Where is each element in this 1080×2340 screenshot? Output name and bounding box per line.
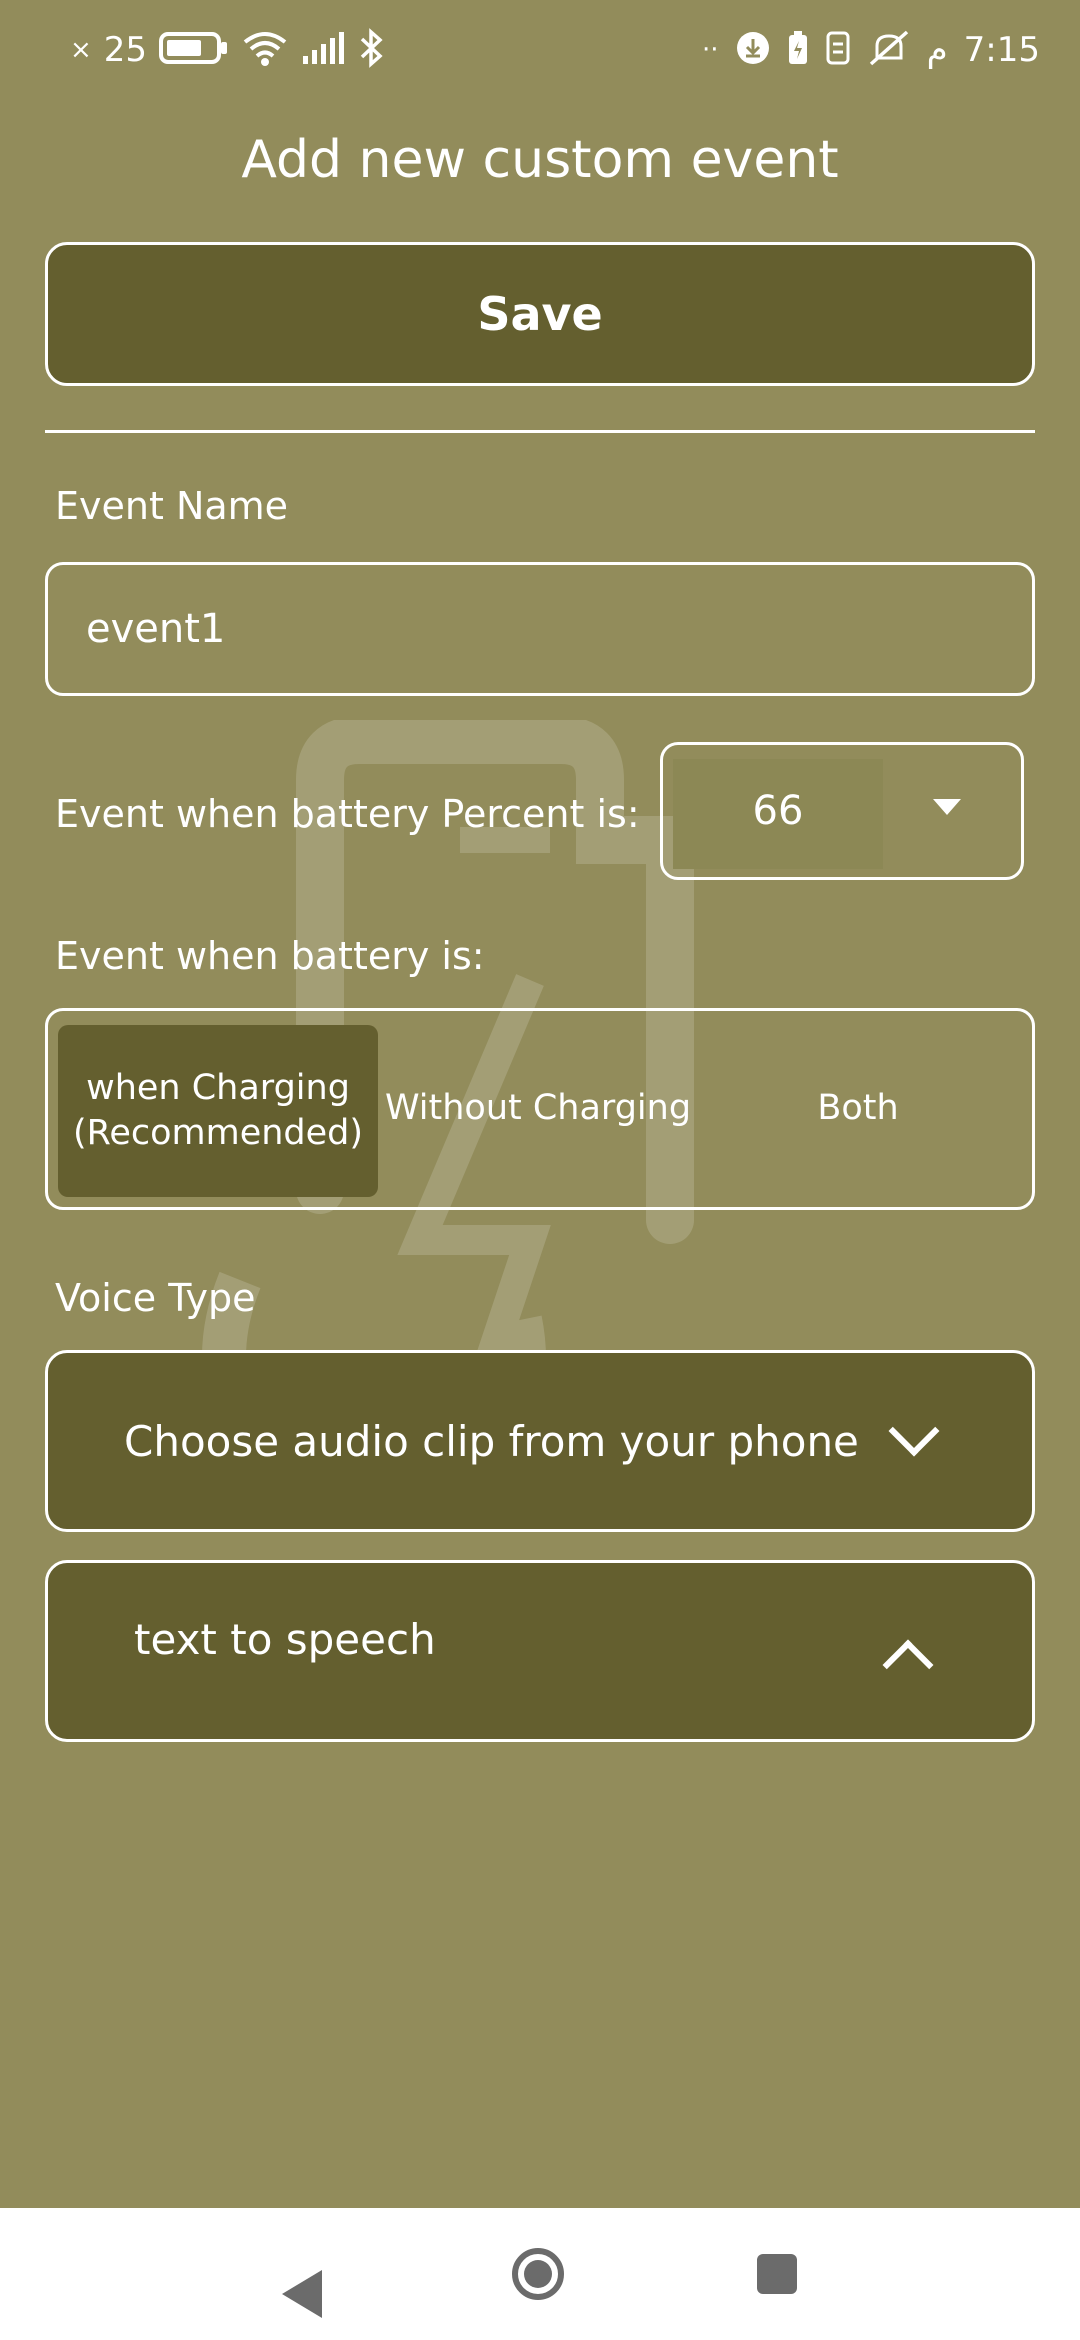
battery-state-label: Event when battery is: <box>55 934 485 978</box>
battery-percent-label: Event when battery Percent is: <box>55 792 640 836</box>
notification-count: 25 <box>103 30 148 70</box>
option-both-label: Both <box>817 1088 899 1129</box>
more-dots-icon: ·· <box>702 35 719 65</box>
audio-clip-option[interactable]: Choose audio clip from your phone <box>45 1350 1035 1532</box>
notification-count-icon: × <box>70 35 92 65</box>
battery-state-toggle: when Charging (Recommended) Without Char… <box>45 1008 1035 1210</box>
save-button[interactable]: Save <box>45 242 1035 386</box>
home-icon-dot <box>524 2260 552 2288</box>
download-icon <box>735 30 771 70</box>
event-name-input[interactable]: event1 <box>45 562 1035 696</box>
option-when-charging-label: when Charging (Recommended) <box>72 1067 364 1154</box>
signal-icon <box>301 30 347 70</box>
option-both[interactable]: Both <box>698 1011 1018 1207</box>
option-without-charging-label: Without Charging <box>384 1088 692 1129</box>
bluetooth-icon <box>359 28 385 72</box>
chevron-up-icon <box>882 1639 934 1691</box>
voice-type-label: Voice Type <box>55 1276 256 1320</box>
status-arabic-text: م <box>926 30 948 70</box>
recents-icon[interactable] <box>757 2254 797 2294</box>
caret-down-icon <box>933 799 961 815</box>
status-left: × 25 <box>70 22 385 78</box>
back-icon[interactable] <box>282 2270 322 2318</box>
divider <box>45 430 1035 433</box>
status-time: 7:15 <box>963 30 1040 70</box>
battery-icon <box>159 31 229 69</box>
mute-icon <box>867 28 911 72</box>
status-right: ·· م 7:15 <box>702 22 1040 78</box>
wifi-icon <box>241 28 289 72</box>
text-to-speech-label: text to speech <box>134 1614 436 1664</box>
option-when-charging[interactable]: when Charging (Recommended) <box>58 1025 378 1197</box>
status-bar: × 25 ·· م 7:15 <box>0 0 1080 100</box>
app-screen: × 25 ·· م 7:15 Add new custom event Save… <box>0 0 1080 2208</box>
event-name-label: Event Name <box>55 484 289 528</box>
battery-saver-icon <box>787 30 809 70</box>
page-title: Add new custom event <box>241 130 839 190</box>
sim-icon <box>825 30 851 70</box>
chevron-down-icon <box>888 1405 940 1457</box>
battery-percent-dropdown[interactable]: 66 <box>660 742 1024 880</box>
option-without-charging[interactable]: Without Charging <box>378 1011 698 1207</box>
text-to-speech-option[interactable]: text to speech <box>45 1560 1035 1742</box>
battery-percent-value: 66 <box>752 788 804 834</box>
audio-clip-label: Choose audio clip from your phone <box>124 1416 859 1466</box>
